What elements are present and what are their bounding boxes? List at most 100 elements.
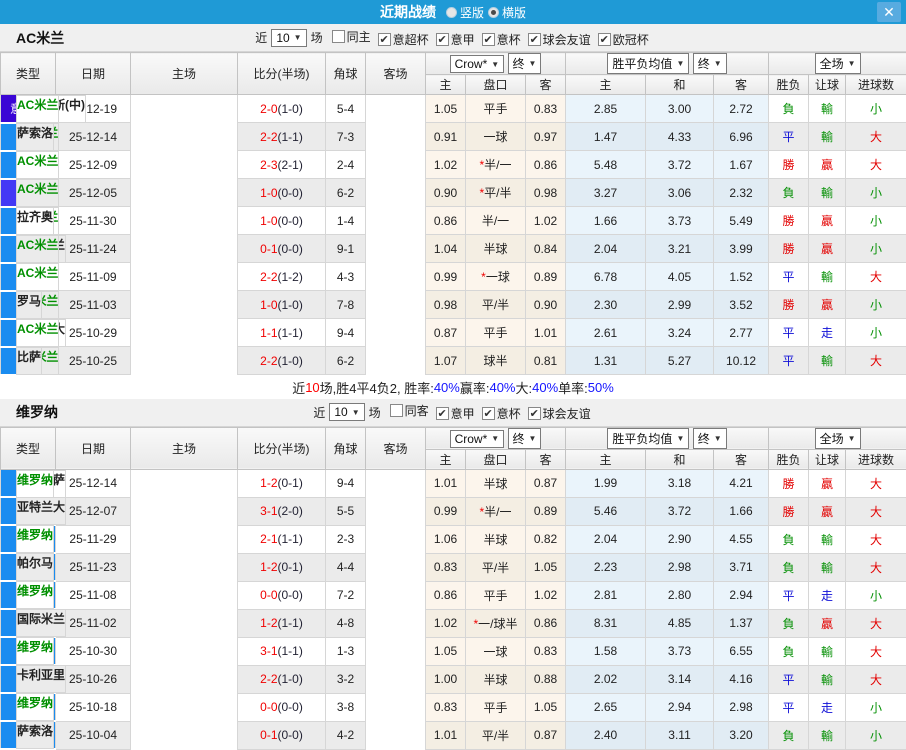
odds-away: 0.98 [526,179,566,207]
radio-unselected-icon[interactable] [446,7,457,18]
away-team: 维罗纳 [16,581,54,609]
avg-home-odds: 6.78 [566,263,646,291]
corners: 1-3 [326,637,366,665]
odds-away: 0.86 [526,151,566,179]
layout-radio-horizontal[interactable]: 横版 [488,4,526,21]
checkbox-checked-icon[interactable]: ✔ [598,33,611,46]
avg-draw-odds: 2.90 [646,525,714,553]
checkbox-unchecked-icon[interactable] [332,30,345,43]
fulltime-select[interactable]: 全场▼ [815,428,861,449]
checkbox-checked-icon[interactable]: ✔ [528,33,541,46]
avg-draw-odds: 4.85 [646,609,714,637]
result-handicap: 輸 [809,637,846,665]
filter-checkbox[interactable]: ✔意杯 [477,31,521,48]
filter-checkbox[interactable]: ✔意甲 [431,31,475,48]
result-goals: 大 [846,525,906,553]
summary-part: 50% [588,380,614,395]
corners: 5-5 [326,497,366,525]
filter-checkbox[interactable]: ✔球会友谊 [523,31,591,48]
checkbox-checked-icon[interactable]: ✔ [482,407,495,420]
away-team: 维罗纳 [16,693,54,721]
checkbox-checked-icon[interactable]: ✔ [482,33,495,46]
avg-draw-odds: 3.73 [646,207,714,235]
avg-away-odds: 6.55 [714,637,769,665]
match-date: 25-12-07 [56,497,131,525]
recent-count-select[interactable]: 10▼ [329,403,364,421]
corners: 2-4 [326,151,366,179]
avg-draw-odds: 3.14 [646,665,714,693]
result-outcome: 負 [769,637,809,665]
matches-table: 类型 日期 主场 比分(半场) 角球 客场 Crow*▼ 终▼ 胜平负均值▼ 终… [0,427,906,750]
filter-checkbox[interactable]: ✔意甲 [431,405,475,422]
result-outcome: 負 [769,525,809,553]
col-result-goals: 进球数 [846,75,906,95]
result-goals: 大 [846,665,906,693]
score: 2-0(1-0) [238,95,326,123]
score: 1-2(0-1) [238,469,326,497]
chevron-down-icon: ▼ [848,434,856,443]
result-handicap: 輸 [809,95,846,123]
section-header: AC米兰 近 10▼ 场 同主✔意超杯✔意甲✔意杯✔球会友谊✔欧冠杯 [0,24,906,52]
odds-time-select[interactable]: 终▼ [508,428,542,449]
layout-radio-vertical[interactable]: 竖版 [446,4,484,21]
filter-checkbox[interactable]: ✔欧冠杯 [593,31,649,48]
avg-odds-select[interactable]: 胜平负均值▼ [607,53,689,74]
summary-part: 40% [434,380,460,395]
avg-home-odds: 5.46 [566,497,646,525]
avg-away-odds: 3.52 [714,291,769,319]
avg-draw-odds: 4.33 [646,123,714,151]
avg-away-odds: 2.77 [714,319,769,347]
radio-selected-icon[interactable] [488,7,499,18]
odds-source-group: Crow*▼ 终▼ [426,53,566,75]
odds-away: 1.01 [526,319,566,347]
col-result-wdl: 胜负 [769,449,809,469]
avg-home-odds: 2.04 [566,235,646,263]
result-goals: 大 [846,553,906,581]
recent-count-select[interactable]: 10▼ [271,29,306,47]
odds-home: 0.98 [426,291,466,319]
avg-odds-group: 胜平负均值▼ 终▼ [566,427,769,449]
score: 0-1(0-0) [238,235,326,263]
bookmaker-select[interactable]: Crow*▼ [450,55,505,73]
handicap-line: 平手 [466,581,526,609]
col-odds-home: 主 [426,449,466,469]
odds-home: 1.07 [426,347,466,375]
chevron-down-icon: ▼ [714,434,722,443]
corners: 4-2 [326,721,366,749]
match-date: 25-11-30 [56,207,131,235]
avg-odds-select[interactable]: 胜平负均值▼ [607,428,689,449]
checkbox-unchecked-icon[interactable] [390,404,403,417]
checkbox-checked-icon[interactable]: ✔ [436,33,449,46]
match-row: 意甲25-12-07维罗纳3-1(2-0)5-5亚特兰大0.99*半/一0.89… [1,497,906,525]
odds-home: 0.86 [426,581,466,609]
col-date: 日期 [56,53,131,95]
checkbox-checked-icon[interactable]: ✔ [436,407,449,420]
avg-time-select[interactable]: 终▼ [693,428,727,449]
filter-checkbox[interactable]: ✔意超杯 [373,31,429,48]
away-team: 萨索洛 [16,721,54,749]
avg-time-select[interactable]: 终▼ [693,53,727,74]
chevron-down-icon: ▼ [491,60,499,69]
filter-checkbox[interactable]: ✔意杯 [477,405,521,422]
close-icon[interactable]: ✕ [877,2,901,22]
score: 1-2(0-1) [238,553,326,581]
avg-away-odds: 3.71 [714,553,769,581]
filter-checkbox[interactable]: ✔球会友谊 [523,405,591,422]
checkbox-checked-icon[interactable]: ✔ [378,33,391,46]
bookmaker-select[interactable]: Crow*▼ [450,430,505,448]
col-odds-away: 客 [526,75,566,95]
col-handicap: 盘口 [466,449,526,469]
filter-checkbox[interactable]: 同客 [385,402,429,419]
result-handicap: 輸 [809,721,846,749]
result-goals: 大 [846,637,906,665]
summary-part: 近 [292,378,305,397]
filter-checkbox[interactable]: 同主 [327,28,371,45]
result-handicap: 輸 [809,123,846,151]
odds-time-select[interactable]: 终▼ [508,53,542,74]
avg-draw-odds: 3.06 [646,179,714,207]
filter-bar: 近 10▼ 场 同主✔意超杯✔意甲✔意杯✔球会友谊✔欧冠杯 [253,28,652,48]
checkbox-checked-icon[interactable]: ✔ [528,407,541,420]
fulltime-select[interactable]: 全场▼ [815,53,861,74]
handicap-line: *平/半 [466,179,526,207]
avg-home-odds: 8.31 [566,609,646,637]
